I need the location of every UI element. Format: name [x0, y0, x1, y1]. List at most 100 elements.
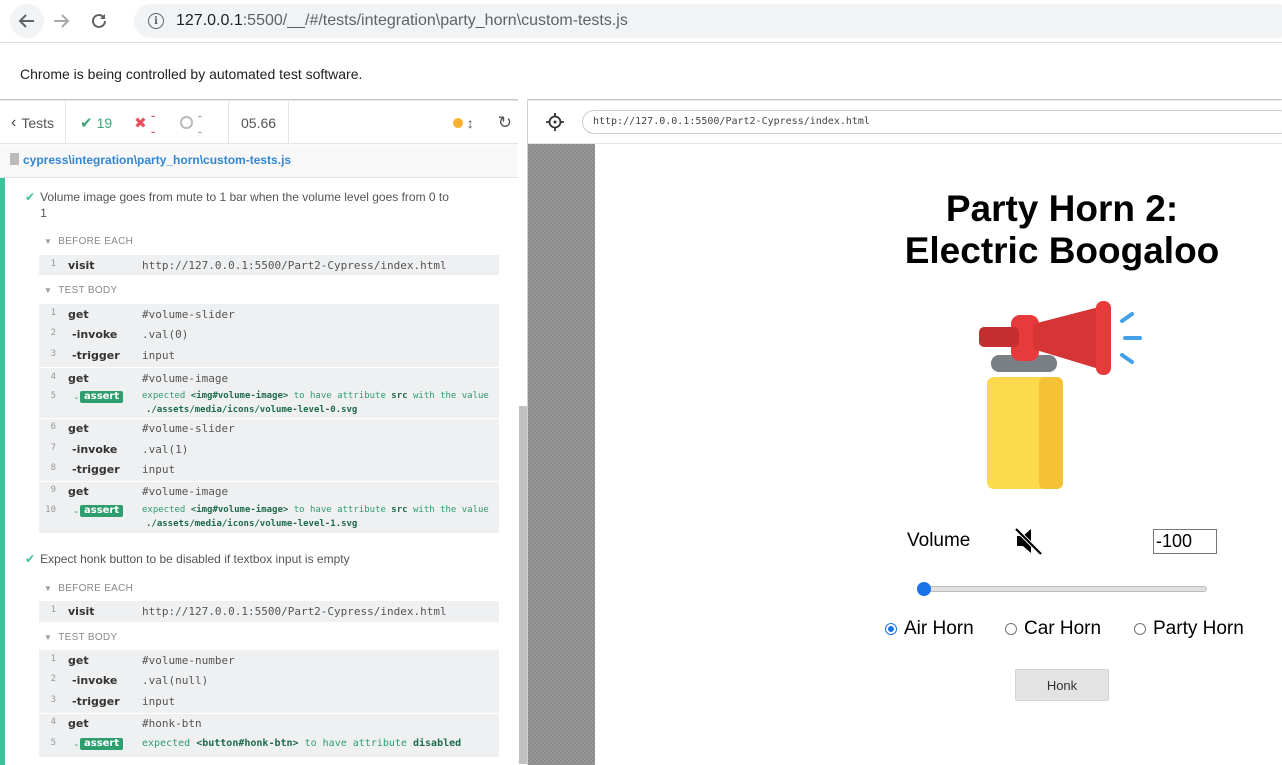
honk-button[interactable]: Honk: [1015, 669, 1109, 701]
command-number: 1: [50, 259, 56, 269]
hook-label: BEFORE EACH: [58, 583, 134, 594]
command-number: 1: [50, 605, 56, 615]
passed-count: 19: [96, 114, 113, 131]
command-number: 1: [50, 308, 56, 318]
command-message: #volume-slider: [142, 308, 235, 321]
command-number: 3: [50, 349, 56, 359]
command-name: -invoke: [72, 328, 118, 341]
page-title: Party Horn 2: Electric Boogaloo: [595, 188, 1282, 272]
autoscroll-toggle-icon[interactable]: ↕: [467, 115, 474, 131]
command-message: #volume-image: [142, 372, 229, 385]
command-number: 2: [50, 328, 56, 338]
aut-background: [528, 144, 595, 765]
assert-value: ./assets/media/icons/volume-level-1.svg: [146, 519, 358, 529]
test-title[interactable]: ✔ Expect honk button to be disabled if t…: [25, 551, 350, 567]
hook-test-body[interactable]: ▼ TEST BODY: [44, 632, 117, 643]
hook-label: TEST BODY: [58, 632, 118, 643]
stats: ✔ 19 ✖ -- --: [66, 101, 229, 144]
radio-label: Car Horn: [1024, 618, 1102, 639]
spec-header: cypress\integration\party_horn\custom-te…: [0, 145, 518, 178]
command-list: 1 get #volume-slider 2 -invoke .val(0) 3…: [39, 304, 499, 533]
radio-label: Air Horn: [904, 618, 974, 639]
reload-icon: [92, 13, 106, 28]
command-divider: [39, 481, 499, 482]
radio-checked-icon[interactable]: [885, 623, 897, 635]
back-button[interactable]: [10, 4, 44, 38]
info-icon[interactable]: i: [148, 13, 164, 29]
title-line-2: Electric Boogaloo: [904, 230, 1220, 271]
command-list: 1 get #volume-number 2 -invoke .val(null…: [39, 650, 499, 757]
command-message: input: [142, 463, 176, 476]
test-title[interactable]: ✔ Volume image goes from mute to 1 bar w…: [25, 189, 449, 221]
passed-stat: ✔ 19: [80, 114, 112, 132]
command-divider: [39, 713, 499, 714]
spec-path-link[interactable]: cypress\integration\party_horn\custom-te…: [23, 153, 291, 167]
command-name: -trigger: [72, 349, 120, 362]
hook-label: TEST BODY: [58, 285, 118, 296]
radio-unchecked-icon[interactable]: [1005, 623, 1017, 635]
check-icon: ✔: [25, 190, 36, 204]
pending-count: --: [197, 106, 203, 139]
arrow-right-icon: [54, 14, 70, 28]
radio-car-horn[interactable]: Car Horn: [1005, 618, 1101, 640]
command-number: 7: [50, 443, 56, 453]
test-title-text-cont: 1: [40, 206, 47, 220]
reload-button[interactable]: [82, 4, 116, 38]
command-message: #honk-btn: [142, 717, 202, 730]
assert-value: ./assets/media/icons/volume-level-0.svg: [146, 405, 358, 415]
command-name: -invoke: [72, 674, 118, 687]
chevron-left-icon: ‹: [11, 113, 17, 131]
volume-slider-thumb[interactable]: [917, 582, 931, 596]
aut-iframe: Party Horn 2: Electric Boogaloo Volume -…: [595, 144, 1282, 762]
rerun-icon[interactable]: ↻: [498, 113, 512, 133]
volume-number-input[interactable]: -100: [1153, 529, 1217, 554]
automation-infobar: Chrome is being controlled by automated …: [0, 42, 1282, 100]
hook-label: BEFORE EACH: [58, 236, 134, 247]
crosshair-icon[interactable]: [546, 113, 564, 131]
x-icon: ✖: [134, 114, 147, 132]
radio-party-horn[interactable]: Party Horn: [1134, 618, 1244, 640]
command-message: http://127.0.0.1:5500/Part2-Cypress/inde…: [142, 259, 447, 272]
command-list: 1 visit http://127.0.0.1:5500/Part2-Cypr…: [39, 255, 499, 275]
command-name: get: [68, 308, 89, 321]
caret-down-icon: ▼: [44, 584, 53, 593]
check-icon: ✔: [25, 552, 36, 566]
radio-unchecked-icon[interactable]: [1134, 623, 1146, 635]
command-list: 1 visit http://127.0.0.1:5500/Part2-Cypr…: [39, 601, 499, 622]
command-divider: [39, 367, 499, 368]
address-bar[interactable]: i 127.0.0.1:5500/__/#/tests/integration\…: [134, 4, 1282, 38]
command-number: 9: [50, 485, 56, 495]
command-number: 4: [50, 717, 56, 727]
running-indicator-icon: [452, 117, 463, 128]
forward-button[interactable]: [44, 4, 78, 38]
reporter-header: ‹ Tests ✔ 19 ✖ -- -- 05.66 ↕ ↻: [0, 101, 527, 144]
command-name: -trigger: [72, 695, 120, 708]
radio-air-horn[interactable]: Air Horn: [885, 618, 974, 640]
pending-circle-icon: [180, 116, 193, 129]
volume-slider[interactable]: [921, 586, 1207, 592]
volume-label: Volume: [907, 530, 971, 551]
command-number: 4: [50, 372, 56, 382]
pending-stat: --: [180, 107, 206, 139]
command-number: 8: [50, 463, 56, 473]
command-message: #volume-number: [142, 654, 235, 667]
hook-before-each[interactable]: ▼ BEFORE EACH: [44, 583, 133, 594]
file-icon: [10, 153, 19, 165]
command-number: 10: [45, 505, 56, 515]
command-message: #volume-slider: [142, 422, 235, 435]
assert-message: expected <button#honk-btn> to have attri…: [142, 738, 462, 749]
command-number: 6: [50, 422, 56, 432]
test-title-text: Volume image goes from mute to 1 bar whe…: [40, 190, 449, 204]
tests-button[interactable]: ‹ Tests: [0, 101, 66, 144]
command-number: 3: [50, 695, 56, 705]
reporter-scroll-thumb[interactable]: [519, 406, 527, 764]
command-name: visit: [68, 259, 95, 272]
test-title-text: Expect honk button to be disabled if tex…: [40, 552, 350, 566]
aut-url-bar[interactable]: http://127.0.0.1:5500/Part2-Cypress/inde…: [582, 110, 1282, 134]
caret-down-icon: ▼: [44, 633, 53, 642]
hook-before-each[interactable]: ▼ BEFORE EACH: [44, 236, 133, 247]
command-message: #volume-image: [142, 485, 229, 498]
infobar-text: Chrome is being controlled by automated …: [20, 66, 363, 82]
command-number: 5: [50, 391, 56, 401]
hook-test-body[interactable]: ▼ TEST BODY: [44, 285, 117, 296]
